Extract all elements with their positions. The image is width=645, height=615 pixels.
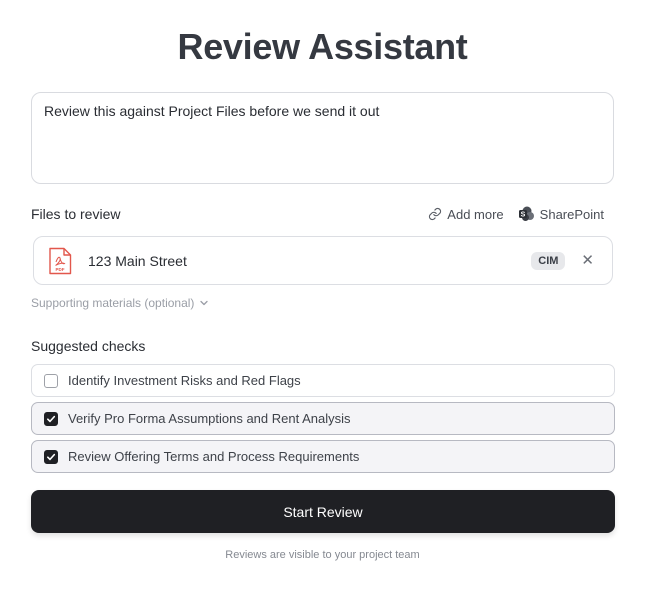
- suggested-checks-label: Suggested checks: [31, 338, 146, 354]
- check-option-pro-forma[interactable]: Verify Pro Forma Assumptions and Rent An…: [31, 402, 615, 435]
- add-more-button[interactable]: Add more: [428, 206, 504, 222]
- visibility-note: Reviews are visible to your project team: [225, 549, 420, 561]
- paperclip-icon: [428, 207, 442, 221]
- files-header-actions: Add more S SharePoint: [428, 206, 614, 222]
- svg-text:PDF: PDF: [56, 267, 65, 272]
- files-section-label: Files to review: [31, 206, 121, 222]
- check-option-label: Review Offering Terms and Process Requir…: [68, 449, 360, 464]
- sharepoint-label: SharePoint: [539, 206, 604, 222]
- checkbox[interactable]: [44, 373, 58, 388]
- supporting-materials-toggle[interactable]: Supporting materials (optional): [31, 296, 209, 310]
- file-name: 123 Main Street: [88, 252, 187, 269]
- check-option-investment-risks[interactable]: Identify Investment Risks and Red Flags: [31, 364, 615, 397]
- file-type-badge: CIM: [531, 251, 566, 270]
- svg-text:S: S: [520, 212, 525, 219]
- remove-file-icon[interactable]: ✕: [581, 253, 594, 268]
- checkbox-checked[interactable]: [44, 449, 58, 464]
- checkbox-checked[interactable]: [44, 411, 58, 426]
- checkmark-icon: [47, 415, 56, 422]
- supporting-materials-label: Supporting materials (optional): [31, 296, 195, 310]
- prompt-textarea[interactable]: Review this against Project Files before…: [31, 92, 614, 184]
- sharepoint-icon: S: [518, 206, 535, 222]
- sharepoint-button[interactable]: S SharePoint: [518, 206, 604, 222]
- checkmark-icon: [47, 453, 56, 460]
- files-header: Files to review Add more S SharePoint: [31, 204, 614, 224]
- chevron-down-icon: [199, 298, 209, 308]
- start-review-button[interactable]: Start Review: [31, 490, 615, 533]
- file-card: PDF 123 Main Street CIM ✕: [33, 236, 613, 285]
- page-title: Review Assistant: [177, 26, 468, 67]
- check-option-label: Identify Investment Risks and Red Flags: [68, 373, 301, 388]
- check-option-offering-terms[interactable]: Review Offering Terms and Process Requir…: [31, 440, 615, 473]
- pdf-icon: PDF: [48, 247, 74, 275]
- add-more-label: Add more: [447, 206, 504, 222]
- check-option-label: Verify Pro Forma Assumptions and Rent An…: [68, 411, 351, 426]
